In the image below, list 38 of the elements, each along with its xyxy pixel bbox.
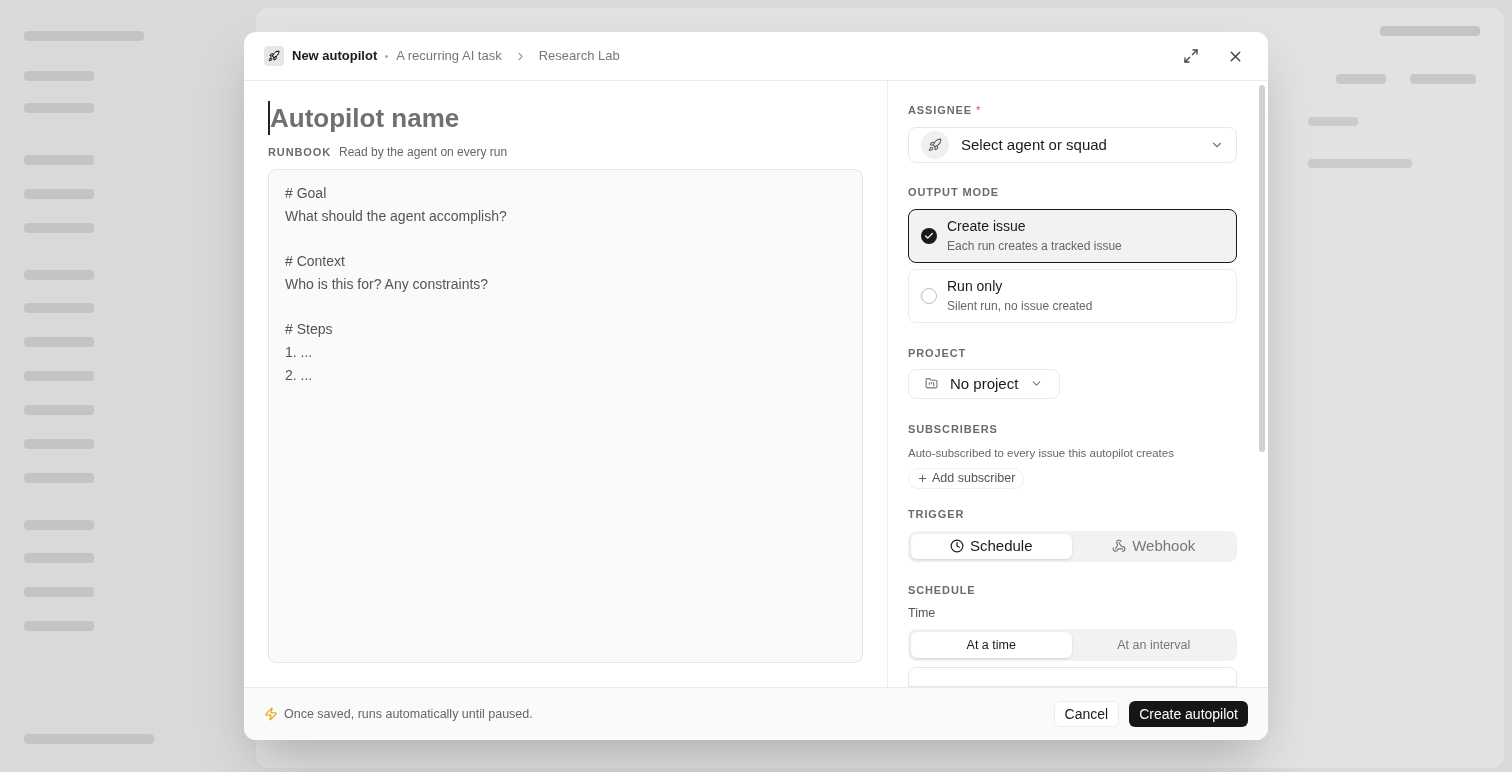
runbook-label: RUNBOOK [268, 144, 331, 160]
subscribers-label: SUBSCRIBERS [908, 421, 999, 437]
clock-icon [949, 539, 964, 554]
rocket-icon [264, 46, 284, 66]
dialog-subtitle: A recurring AI task [396, 47, 502, 66]
output-mode-option[interactable]: Create issue Each run creates a tracked issue [908, 208, 1237, 263]
rocket-icon [921, 130, 949, 159]
trigger-tab[interactable]: Webhook [1073, 533, 1234, 559]
time-label: Time [908, 605, 937, 623]
project-select[interactable]: No project [908, 369, 1061, 399]
scrollbar[interactable] [1259, 85, 1265, 452]
radio-checked-icon [921, 227, 937, 244]
assignee-select[interactable]: Select agent or squad [908, 126, 1237, 164]
assignee-label: ASSIGNEE [908, 103, 972, 118]
plus-icon [917, 473, 928, 485]
time-field[interactable] [908, 667, 1237, 687]
subscribers-description: Auto-subscribed to every issue this autopilot creates [908, 446, 1175, 462]
expand-icon [1183, 48, 1199, 64]
time-mode-tab[interactable]: At an interval [1073, 632, 1234, 658]
output-mode-option[interactable]: Run only Silent run, no issue created [908, 268, 1237, 323]
trigger-tab[interactable]: Schedule [911, 533, 1072, 559]
cancel-button[interactable]: Cancel [1053, 701, 1120, 727]
trigger-label: TRIGGER [908, 507, 966, 523]
dialog-title: New autopilot [292, 47, 378, 66]
create-autopilot-button[interactable]: Create autopilot [1129, 701, 1248, 727]
footer-note: Once saved, runs automatically until paused. [284, 705, 533, 723]
schedule-label: SCHEDULE [908, 582, 977, 598]
lightning-icon [264, 707, 278, 721]
folder-icon [925, 377, 938, 391]
required-mark: * [975, 103, 981, 118]
breadcrumb-link[interactable]: Research Lab [538, 46, 620, 66]
runbook-field[interactable]: # Goal What should the agent accomplish? # Context Who is this for? Any constraints? # Steps 1. ... 2. ... [268, 169, 863, 663]
runbook-hint: Read by the agent on every run [339, 144, 508, 161]
project-label: PROJECT [908, 345, 968, 361]
time-mode-tab[interactable]: At a time [911, 632, 1072, 658]
webhook-icon [1112, 539, 1127, 554]
name-field[interactable]: Autopilot name [268, 101, 863, 135]
output-mode-label: OUTPUT MODE [908, 185, 1000, 201]
